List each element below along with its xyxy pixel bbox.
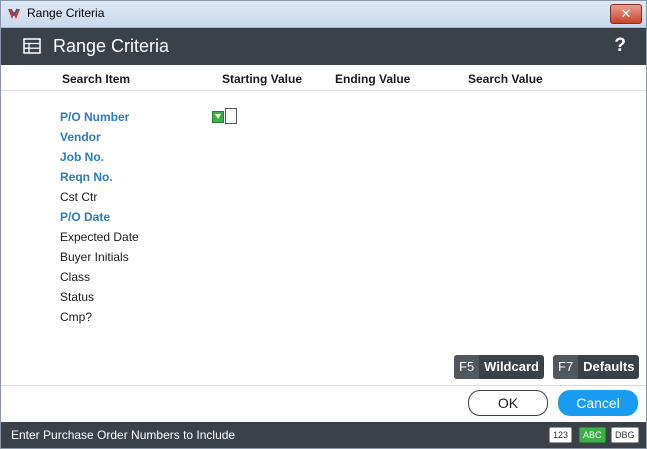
- dialog-header: Range Criteria ?: [1, 28, 646, 65]
- column-header-ending-value: Ending Value: [335, 72, 411, 86]
- close-icon: ✕: [620, 6, 632, 21]
- status-bar: Enter Purchase Order Numbers to Include …: [1, 422, 646, 448]
- range-criteria-window: Range Criteria ✕ Range Criteria ? Search…: [0, 0, 647, 449]
- column-header-starting-value: Starting Value: [222, 72, 303, 86]
- criteria-row-label: Buyer Initials: [60, 250, 129, 264]
- alpha-mode-badge: ABC: [579, 427, 606, 443]
- criteria-row-label: P/O Number: [60, 110, 130, 124]
- criteria-row-label: Status: [60, 290, 95, 304]
- column-header-search-item: Search Item: [62, 72, 131, 86]
- defaults-button[interactable]: F7 Defaults: [553, 355, 640, 379]
- help-icon[interactable]: ?: [614, 35, 626, 57]
- criteria-row-label: Cst Ctr: [60, 190, 98, 204]
- app-logo-icon: [8, 8, 20, 19]
- criteria-row-label: Cmp?: [60, 310, 93, 324]
- criteria-row-label: Job No.: [60, 150, 104, 164]
- cancel-button[interactable]: Cancel: [558, 390, 638, 416]
- table-icon: [23, 38, 41, 54]
- wildcard-label: Wildcard: [484, 359, 539, 374]
- wildcard-key: F5: [454, 355, 480, 379]
- dialog-title: Range Criteria: [53, 36, 170, 56]
- dropdown-indicator-icon[interactable]: [212, 111, 224, 123]
- ok-button[interactable]: OK: [468, 390, 548, 416]
- window-titlebar: Range Criteria ✕: [1, 1, 646, 28]
- criteria-row-label: Vendor: [60, 130, 101, 144]
- debug-mode-badge: DBG: [611, 427, 639, 443]
- criteria-row-label: P/O Date: [60, 210, 111, 224]
- column-header-search-value: Search Value: [468, 72, 543, 86]
- footer-divider: [1, 385, 646, 386]
- starting-value-input[interactable]: [225, 108, 237, 124]
- status-message: Enter Purchase Order Numbers to Include: [11, 428, 236, 442]
- criteria-row-label: Reqn No.: [60, 170, 113, 184]
- window-title: Range Criteria: [27, 6, 105, 20]
- criteria-row-label: Expected Date: [60, 230, 139, 244]
- wildcard-button[interactable]: F5 Wildcard: [454, 355, 544, 379]
- window-close-button[interactable]: ✕: [610, 4, 642, 24]
- defaults-label: Defaults: [583, 359, 635, 374]
- numeric-mode-badge: 123: [549, 427, 573, 443]
- column-headers: Search Item Starting Value Ending Value …: [1, 65, 646, 91]
- defaults-key: F7: [553, 355, 579, 379]
- criteria-row-label: Class: [60, 270, 91, 284]
